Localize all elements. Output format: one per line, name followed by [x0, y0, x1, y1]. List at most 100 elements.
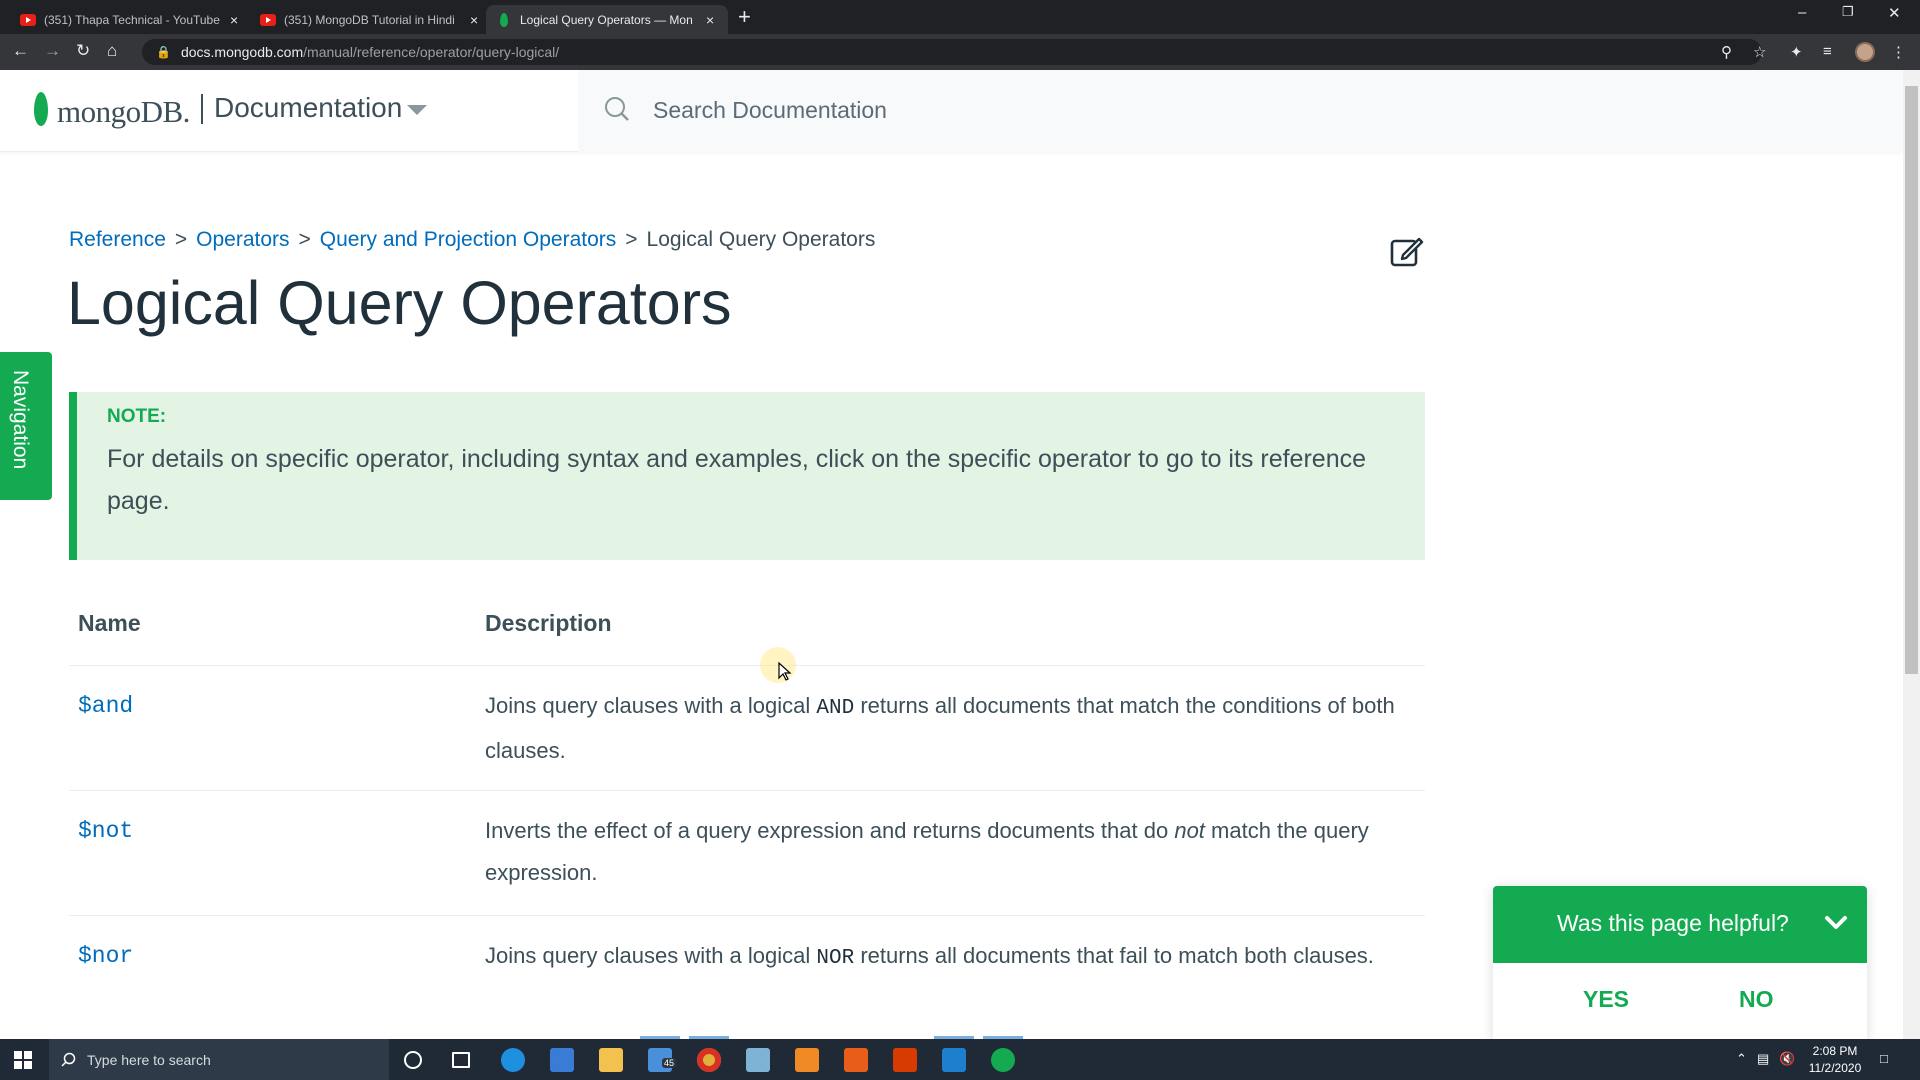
search-input[interactable] — [653, 92, 1453, 128]
forward-icon[interactable]: → — [44, 41, 61, 61]
lock-icon: 🔒 — [156, 45, 171, 59]
zoom-icon[interactable]: ⚲ — [1721, 43, 1732, 61]
mongodb-compass-icon[interactable] — [991, 1048, 1015, 1072]
table-divider — [69, 665, 1425, 666]
notepad-icon[interactable] — [746, 1048, 770, 1072]
office-icon[interactable] — [893, 1048, 917, 1072]
back-icon[interactable]: ← — [12, 41, 29, 61]
breadcrumb: Reference > Operators > Query and Projection… — [69, 228, 875, 252]
search-icon — [605, 97, 629, 121]
description-text: returns all documents that fail to match… — [854, 943, 1374, 968]
mail-icon[interactable]: 45 — [648, 1048, 677, 1072]
breadcrumb-query-projection[interactable]: Query and Projection Operators — [320, 228, 616, 251]
network-icon[interactable]: ▤ — [1757, 1051, 1769, 1067]
description-text: Joins query clauses with a logical — [485, 693, 817, 718]
feedback-header[interactable]: Was this page helpful? — [1493, 886, 1867, 963]
tab-close-icon[interactable]: × — [706, 12, 714, 28]
edit-icon[interactable] — [1389, 233, 1425, 269]
breadcrumb-operators[interactable]: Operators — [196, 228, 289, 251]
cortana-icon[interactable] — [404, 1051, 422, 1069]
table-divider — [69, 915, 1425, 916]
inline-code: AND — [816, 697, 855, 720]
breadcrumb-separator: > — [298, 228, 311, 251]
column-header-name: Name — [78, 610, 141, 636]
breadcrumb-separator: > — [625, 228, 638, 251]
table-divider — [69, 790, 1425, 791]
mouse-pointer-icon — [778, 662, 792, 681]
chrome-icon[interactable] — [697, 1048, 721, 1072]
active-app-indicator — [640, 1036, 680, 1039]
vscode-icon[interactable] — [942, 1048, 966, 1072]
tab-youtube-mongodb[interactable]: (351) MongoDB Tutorial in Hindi × — [246, 5, 492, 34]
mongodb-logo[interactable]: mongoDB. — [57, 94, 190, 130]
operator-link-nor[interactable]: $nor — [78, 943, 133, 969]
tray-overflow-icon[interactable]: ⌃ — [1736, 1051, 1747, 1067]
operator-link-not[interactable]: $not — [78, 818, 133, 844]
mongodb-leaf-icon — [34, 92, 48, 126]
url-path: /manual/reference/operator/query-logical… — [303, 44, 560, 60]
reload-icon[interactable]: ↻ — [76, 41, 90, 61]
tab-youtube-thapa[interactable]: (351) Thapa Technical - YouTube × — [6, 5, 252, 34]
xampp-icon[interactable] — [795, 1048, 819, 1072]
minimize-button[interactable]: – — [1798, 4, 1806, 21]
feedback-yes-button[interactable]: YES — [1583, 986, 1629, 1013]
note-label: NOTE: — [107, 406, 167, 427]
youtube-icon — [20, 13, 36, 26]
operator-link-and[interactable]: $and — [78, 693, 133, 719]
description-text: Inverts the effect of a query expression… — [485, 818, 1175, 843]
emphasis-text: not — [1174, 818, 1205, 843]
navigation-toggle[interactable]: Navigation — [0, 352, 52, 500]
caret-down-icon[interactable] — [407, 105, 427, 115]
url-field[interactable]: 🔒 docs.mongodb.com/manual/reference/oper… — [142, 39, 1762, 65]
media-control-icon[interactable]: ≡ — [1823, 43, 1832, 60]
note-text: For details on specific operator, includ… — [107, 445, 1366, 515]
windows-start-icon[interactable] — [14, 1051, 32, 1069]
edge-icon[interactable] — [501, 1048, 525, 1072]
notifications-icon[interactable]: □ — [1880, 1051, 1888, 1066]
menu-icon[interactable]: ⋮ — [1891, 43, 1906, 61]
sublime-text-icon[interactable] — [844, 1048, 868, 1072]
documentation-menu[interactable]: Documentation — [214, 92, 402, 124]
inline-code: NOR — [816, 947, 855, 970]
clock-date: 11/2/2020 — [1808, 1061, 1862, 1075]
mail-badge: 45 — [662, 1058, 677, 1068]
site-header: mongoDB. Documentation — [0, 70, 1903, 152]
bookmark-star-icon[interactable]: ☆ — [1753, 43, 1766, 61]
active-app-indicator — [934, 1036, 974, 1039]
mongodb-leaf-icon — [500, 12, 508, 27]
tab-close-icon[interactable]: × — [230, 12, 238, 28]
file-explorer-icon[interactable] — [599, 1048, 623, 1072]
task-view-icon[interactable] — [452, 1052, 470, 1068]
feedback-question: Was this page helpful? — [1557, 910, 1789, 936]
tab-title: Logical Query Operators — Mon — [520, 12, 693, 27]
tab-title: (351) Thapa Technical - YouTube — [44, 12, 220, 27]
extensions-icon[interactable]: ✦ — [1790, 43, 1803, 61]
home-icon[interactable]: ⌂ — [107, 41, 117, 61]
note-callout: NOTE: For details on specific operator, … — [69, 392, 1425, 560]
taskbar-clock[interactable]: 2:08 PM 11/2/2020 — [1800, 1043, 1870, 1077]
breadcrumb-reference[interactable]: Reference — [69, 228, 166, 251]
operator-description: Joins query clauses with a logical AND r… — [485, 685, 1425, 772]
address-bar-row: ← → ↻ ⌂ 🔒 docs.mongodb.com/manual/refere… — [0, 34, 1920, 70]
active-app-indicator — [689, 1036, 729, 1039]
tab-close-icon[interactable]: × — [470, 12, 478, 28]
new-tab-button[interactable]: + — [738, 4, 751, 30]
window-close-button[interactable]: ✕ — [1888, 4, 1901, 22]
feedback-no-button[interactable]: NO — [1739, 986, 1774, 1013]
breadcrumb-separator: > — [174, 228, 188, 251]
operator-description: Inverts the effect of a query expression… — [485, 810, 1425, 894]
column-header-description: Description — [485, 610, 612, 636]
store-icon[interactable] — [550, 1048, 574, 1072]
volume-muted-icon[interactable]: 🔇 — [1779, 1051, 1795, 1067]
youtube-icon — [260, 13, 276, 26]
tab-title: (351) MongoDB Tutorial in Hindi — [284, 12, 455, 27]
chevron-down-icon[interactable] — [1823, 910, 1849, 936]
taskbar-search[interactable]: Type here to search — [49, 1039, 389, 1080]
restore-button[interactable]: ❐ — [1842, 4, 1854, 20]
tab-mongodb-docs[interactable]: Logical Query Operators — Mon × — [486, 5, 729, 34]
profile-avatar[interactable] — [1855, 42, 1875, 62]
operator-description: Joins query clauses with a logical NOR r… — [485, 935, 1425, 980]
scrollbar-thumb[interactable] — [1905, 86, 1918, 674]
browser-tab-bar: (351) Thapa Technical - YouTube × (351) … — [0, 0, 1920, 34]
description-text: Joins query clauses with a logical — [485, 943, 817, 968]
